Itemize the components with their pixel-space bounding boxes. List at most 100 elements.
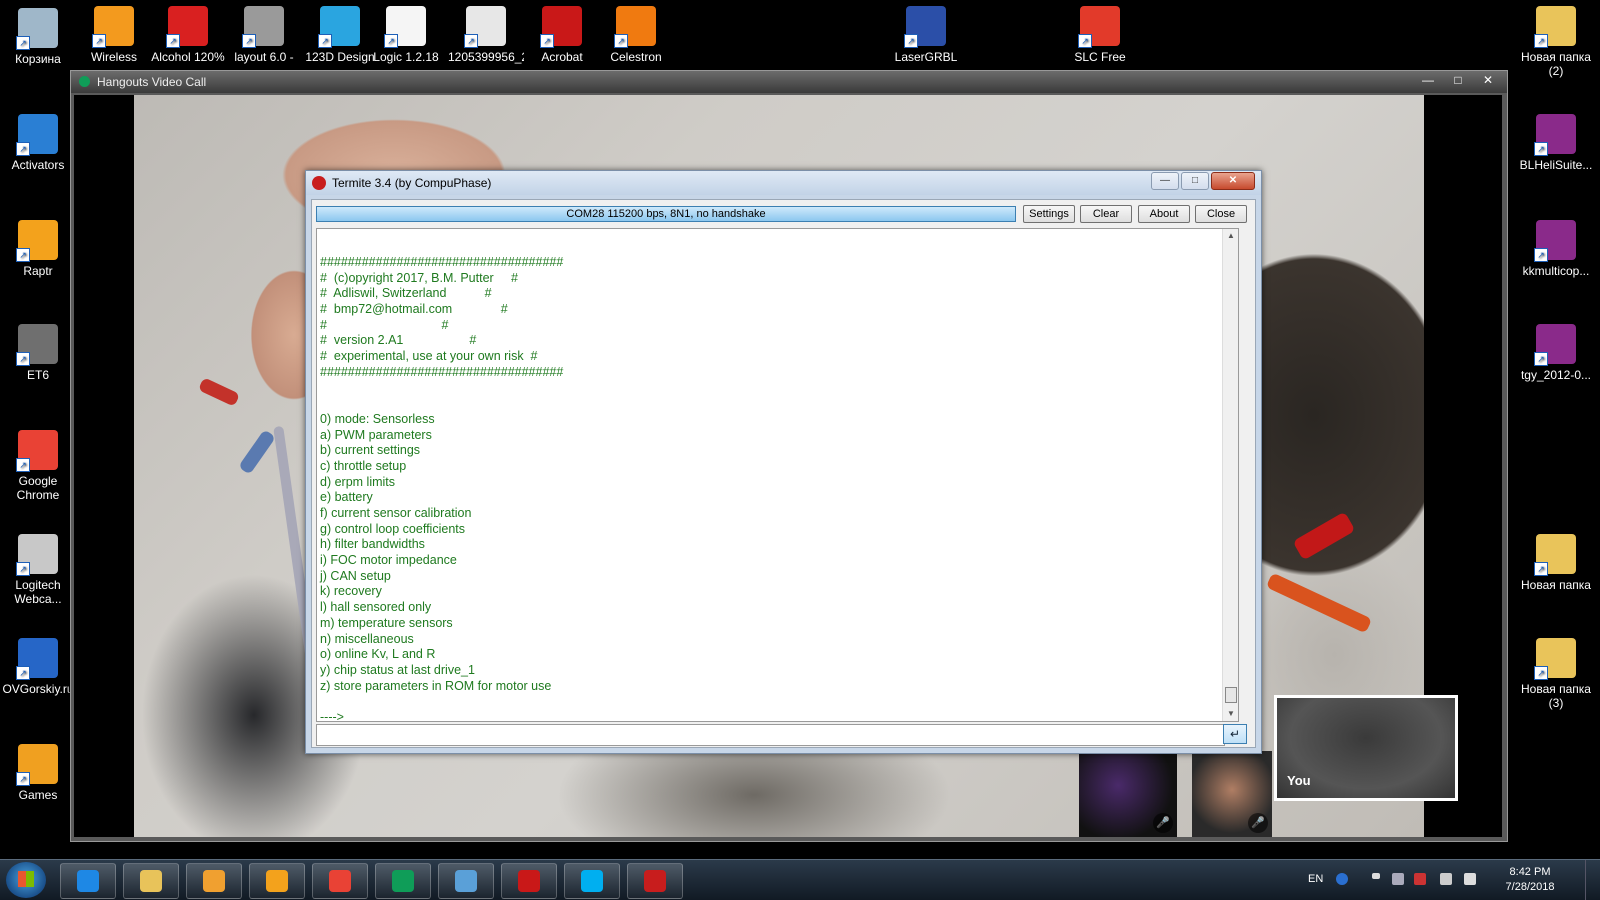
desktop-icon[interactable]: ↗ BLHeliSuite... bbox=[1518, 112, 1594, 172]
desktop-icon-label: LaserGRBL bbox=[894, 50, 958, 64]
clock[interactable]: 8:42 PM 7/28/2018 bbox=[1500, 865, 1560, 895]
desktop-icon[interactable]: ↗ Wireless bbox=[76, 4, 152, 64]
taskbar-app-termite[interactable] bbox=[627, 863, 683, 899]
desktop-icon[interactable]: ↗ Новая папка (2) bbox=[1518, 4, 1594, 78]
desktop-icon[interactable]: ↗ Raptr bbox=[0, 218, 76, 278]
minimize-button[interactable]: — bbox=[1151, 172, 1179, 190]
show-desktop-button[interactable] bbox=[1585, 860, 1600, 900]
serial-console[interactable]: ################################### # (c)… bbox=[316, 228, 1239, 722]
taskbar-app-ie[interactable] bbox=[60, 863, 116, 899]
participant-thumbnail[interactable]: 🎤 bbox=[1192, 751, 1272, 837]
desktop-icon[interactable]: ↗ ET6 bbox=[0, 322, 76, 382]
desktop-icon[interactable]: ↗ SLC Free bbox=[1062, 4, 1138, 64]
taskbar-app-raptr[interactable] bbox=[249, 863, 305, 899]
desktop-icon[interactable]: ↗ 123D Design bbox=[302, 4, 378, 64]
participant-thumbnail[interactable]: 🎤 bbox=[1079, 751, 1177, 837]
console-line: g) control loop coefficients bbox=[320, 521, 465, 536]
muted-mic-icon: 🎤 bbox=[1153, 813, 1173, 833]
hangouts-titlebar[interactable]: Hangouts Video Call — □ ✕ bbox=[71, 71, 1507, 93]
desktop-icon[interactable]: ↗ Корзина bbox=[0, 6, 76, 66]
self-view-thumbnail[interactable]: You bbox=[1274, 695, 1458, 801]
shortcut-arrow-icon: ↗ bbox=[614, 34, 628, 48]
desktop-icon[interactable]: ↗ layout 6.0 - bbox=[226, 4, 302, 64]
console-line: e) battery bbox=[320, 490, 373, 505]
desktop-icon-label: Корзина bbox=[15, 52, 61, 66]
app-icon: ↗ bbox=[614, 6, 656, 48]
app-icon: ↗ bbox=[166, 6, 208, 48]
tray-expand-icon[interactable] bbox=[1372, 873, 1380, 879]
volume-icon[interactable] bbox=[1464, 873, 1476, 885]
help-icon[interactable] bbox=[1336, 873, 1348, 885]
desktop-icon[interactable]: ↗ OVGorskiy.ru bbox=[0, 636, 76, 696]
desktop-icon-label: OVGorskiy.ru bbox=[2, 682, 74, 696]
taskbar-app-chrome[interactable] bbox=[312, 863, 368, 899]
connection-status[interactable]: COM28 115200 bps, 8N1, no handshake bbox=[316, 206, 1016, 222]
app-icon: ↗ bbox=[384, 6, 426, 48]
command-input[interactable] bbox=[316, 724, 1225, 746]
desktop-icon[interactable]: ↗ Celestron bbox=[598, 4, 674, 64]
network-warning-icon[interactable] bbox=[1414, 873, 1426, 885]
desktop-icon-label: Games bbox=[18, 788, 58, 802]
close-button[interactable]: ✕ bbox=[1473, 71, 1503, 89]
muted-mic-icon: 🎤 bbox=[1248, 813, 1268, 833]
desktop-icon[interactable]: ↗ Новая папка (3) bbox=[1518, 636, 1594, 710]
termite-titlebar[interactable]: Termite 3.4 (by CompuPhase) — □ ✕ bbox=[306, 171, 1261, 195]
desktop-icon[interactable]: ↗ Games bbox=[0, 742, 76, 802]
app-icon: ↗ bbox=[16, 324, 58, 366]
desktop-icon[interactable]: ↗ tgy_2012-0... bbox=[1518, 322, 1594, 382]
desktop-icon-label: Logitech Webca... bbox=[14, 578, 62, 606]
start-button[interactable] bbox=[6, 862, 46, 898]
close-button[interactable]: ✕ bbox=[1211, 172, 1255, 190]
console-scrollbar[interactable]: ▲ ▼ bbox=[1222, 229, 1238, 721]
taskbar-app-skype[interactable] bbox=[564, 863, 620, 899]
scroll-down-arrow-icon[interactable]: ▼ bbox=[1223, 707, 1238, 721]
shortcut-arrow-icon: ↗ bbox=[16, 248, 30, 262]
send-button[interactable]: ↵ bbox=[1223, 724, 1247, 744]
settings-button[interactable]: Settings bbox=[1023, 205, 1075, 223]
about-button[interactable]: About bbox=[1138, 205, 1190, 223]
desktop-icon[interactable]: ↗ Activators bbox=[0, 112, 76, 172]
close-port-button[interactable]: Close bbox=[1195, 205, 1247, 223]
desktop-icon[interactable]: ↗ Alcohol 120% bbox=[150, 4, 226, 64]
desktop-icon-label: layout 6.0 - bbox=[234, 50, 294, 64]
minimize-button[interactable]: — bbox=[1413, 71, 1443, 89]
taskbar: EN 8:42 PM 7/28/2018 bbox=[0, 859, 1600, 900]
monitor-icon[interactable] bbox=[1392, 873, 1404, 885]
shortcut-arrow-icon: ↗ bbox=[16, 562, 30, 576]
taskbar-app-remote[interactable] bbox=[438, 863, 494, 899]
desktop-icon[interactable]: ↗ Logic 1.2.18 bbox=[368, 4, 444, 64]
language-indicator[interactable]: EN bbox=[1308, 873, 1323, 885]
taskbar-app-explorer[interactable] bbox=[123, 863, 179, 899]
termite-toolbar: COM28 115200 bps, 8N1, no handshake Sett… bbox=[316, 204, 1251, 224]
desktop-icon[interactable]: ↗ Google Chrome bbox=[0, 428, 76, 502]
scroll-up-arrow-icon[interactable]: ▲ bbox=[1223, 229, 1238, 243]
ie-icon bbox=[77, 870, 99, 892]
console-line: c) throttle setup bbox=[320, 458, 407, 473]
desktop-icon-label: Activators bbox=[11, 158, 65, 172]
shortcut-arrow-icon: ↗ bbox=[1078, 34, 1092, 48]
desktop-icon[interactable]: ↗ Acrobat bbox=[524, 4, 600, 64]
shortcut-arrow-icon: ↗ bbox=[464, 34, 478, 48]
desktop-icon[interactable]: ↗ LaserGRBL bbox=[888, 4, 964, 64]
signal-icon[interactable] bbox=[1440, 873, 1452, 885]
taskbar-app-media[interactable] bbox=[186, 863, 242, 899]
desktop-icon[interactable]: ↗ 1205399956_2... bbox=[448, 4, 524, 64]
clock-time: 8:42 PM bbox=[1509, 866, 1551, 878]
taskbar-app-acrobat[interactable] bbox=[501, 863, 557, 899]
clock-date: 7/28/2018 bbox=[1505, 881, 1555, 893]
desktop-icon-label: Новая папка (2) bbox=[1521, 50, 1591, 78]
app-icon: ↗ bbox=[1534, 114, 1576, 156]
console-line: ################################### bbox=[320, 364, 564, 379]
desktop-icon[interactable]: ↗ Logitech Webca... bbox=[0, 532, 76, 606]
desktop-icon[interactable]: ↗ Новая папка bbox=[1518, 532, 1594, 592]
scroll-thumb[interactable] bbox=[1225, 687, 1237, 703]
termite-window[interactable]: Termite 3.4 (by CompuPhase) — □ ✕ COM28 … bbox=[305, 170, 1262, 754]
maximize-button[interactable]: □ bbox=[1443, 71, 1473, 89]
clear-button[interactable]: Clear bbox=[1080, 205, 1132, 223]
desktop-icon[interactable]: ↗ kkmulticop... bbox=[1518, 218, 1594, 278]
desktop-icon-label: Новая папка (3) bbox=[1521, 682, 1591, 710]
maximize-button[interactable]: □ bbox=[1181, 172, 1209, 190]
taskbar-app-hangouts[interactable] bbox=[375, 863, 431, 899]
